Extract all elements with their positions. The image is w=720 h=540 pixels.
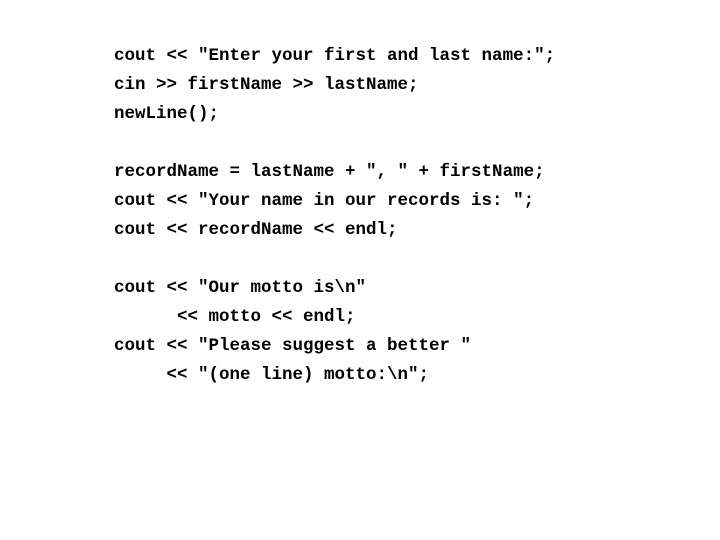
code-block: cout << "Enter your first and last name:… xyxy=(114,42,704,390)
code-line-12: << "(one line) motto:\n"; xyxy=(114,365,430,385)
code-line-1: cout << "Enter your first and last name:… xyxy=(114,46,556,66)
code-line-11: cout << "Please suggest a better " xyxy=(114,336,472,356)
code-line-blank-2 xyxy=(114,245,704,274)
code-line-7: cout << recordName << endl; xyxy=(114,220,398,240)
code-line-5: recordName = lastName + ", " + firstName… xyxy=(114,162,545,182)
code-line-3: newLine(); xyxy=(114,104,220,124)
code-line-10: << motto << endl; xyxy=(114,307,356,327)
slide-canvas: cout << "Enter your first and last name:… xyxy=(0,0,720,540)
code-line-2: cin >> firstName >> lastName; xyxy=(114,75,419,95)
code-line-6: cout << "Your name in our records is: "; xyxy=(114,191,535,211)
code-line-blank-1 xyxy=(114,129,704,158)
code-line-9: cout << "Our motto is\n" xyxy=(114,278,367,298)
